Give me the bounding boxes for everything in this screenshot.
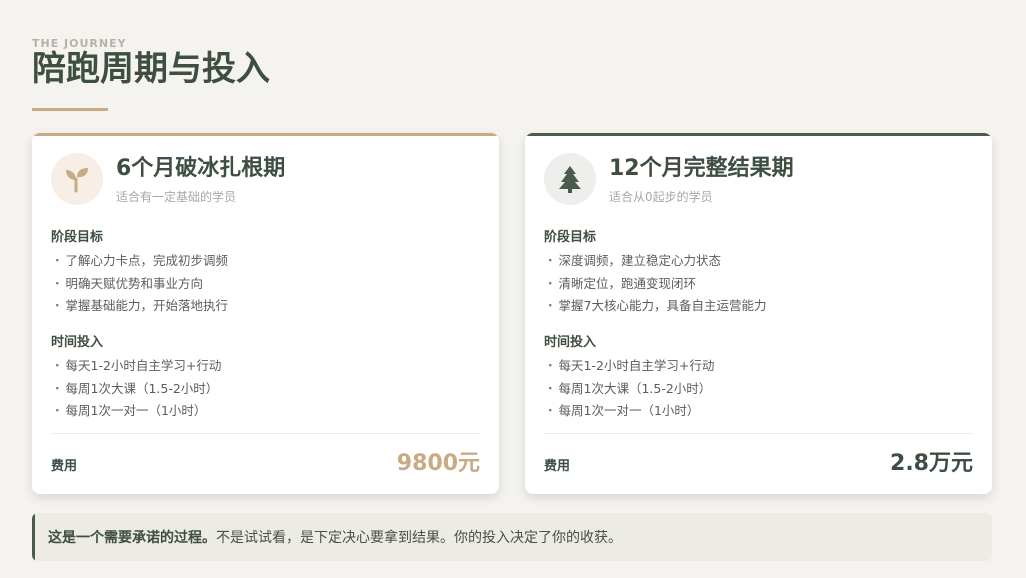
plan-icon-badge: [544, 153, 596, 205]
list-item: 清晰定位，跑通变现闭环: [544, 273, 766, 296]
fee-label: 费用: [51, 459, 78, 474]
plan-card-6-months: 6个月破冰扎根期 适合有一定基础的学员 阶段目标 了解心力卡点，完成初步调频 明…: [32, 133, 499, 494]
list-item: 每周1次大课（1.5-2小时）: [51, 378, 221, 401]
plan-icon-badge: [51, 153, 103, 205]
plan-title: 12个月完整结果期: [609, 156, 794, 181]
page-title: 陪跑周期与投入: [32, 49, 270, 89]
list-item: 掌握7大核心能力，具备自主运营能力: [544, 295, 767, 318]
time-list: 每天1-2小时自主学习+行动 每周1次大课（1.5-2小时） 每周1次一对一（1…: [51, 355, 222, 423]
fee-label: 费用: [544, 459, 571, 474]
goals-heading: 阶段目标: [544, 230, 597, 245]
list-item: 每周1次一对一（1小时）: [51, 400, 221, 423]
list-item: 每周1次大课（1.5-2小时）: [544, 378, 714, 401]
plan-price: 9800元: [396, 451, 480, 476]
plan-subtitle: 适合从0起步的学员: [609, 190, 713, 204]
sprout-icon: [66, 168, 88, 193]
list-item: 每周1次一对一（1小时）: [544, 400, 714, 423]
card-accent-bar: [525, 133, 992, 136]
time-heading: 时间投入: [544, 335, 597, 350]
plan-title: 6个月破冰扎根期: [116, 156, 286, 181]
list-item: 每天1-2小时自主学习+行动: [51, 355, 222, 378]
plan-subtitle: 适合有一定基础的学员: [116, 190, 237, 204]
commitment-note: 这是一个需要承诺的过程。 不是试试看，是下定决心要拿到结果。你的投入决定了你的收获…: [32, 513, 992, 561]
list-item: 明确天赋优势和事业方向: [51, 273, 228, 296]
time-heading: 时间投入: [51, 335, 104, 350]
pine-tree-icon: [559, 166, 581, 193]
plan-card-12-months: 12个月完整结果期 适合从0起步的学员 阶段目标 深度调频，建立稳定心力状态 清…: [525, 133, 992, 494]
list-item: 深度调频，建立稳定心力状态: [544, 250, 766, 273]
title-underline: [32, 108, 108, 111]
card-divider: [544, 433, 973, 434]
list-item: 每天1-2小时自主学习+行动: [544, 355, 715, 378]
plan-price: 2.8万元: [890, 451, 973, 476]
list-item: 了解心力卡点，完成初步调频: [51, 250, 229, 273]
list-item: 掌握基础能力，开始落地执行: [51, 295, 229, 318]
note-text: 不是试试看，是下定决心要拿到结果。你的投入决定了你的收获。: [216, 530, 622, 546]
time-list: 每天1-2小时自主学习+行动 每周1次大课（1.5-2小时） 每周1次一对一（1…: [544, 355, 715, 423]
goals-list: 深度调频，建立稳定心力状态 清晰定位，跑通变现闭环 掌握7大核心能力，具备自主运…: [544, 250, 767, 318]
goals-list: 了解心力卡点，完成初步调频 明确天赋优势和事业方向 掌握基础能力，开始落地执行: [51, 250, 229, 318]
note-emphasis: 这是一个需要承诺的过程。: [48, 530, 216, 546]
card-divider: [51, 433, 480, 434]
card-accent-bar: [32, 133, 499, 136]
goals-heading: 阶段目标: [51, 230, 104, 245]
